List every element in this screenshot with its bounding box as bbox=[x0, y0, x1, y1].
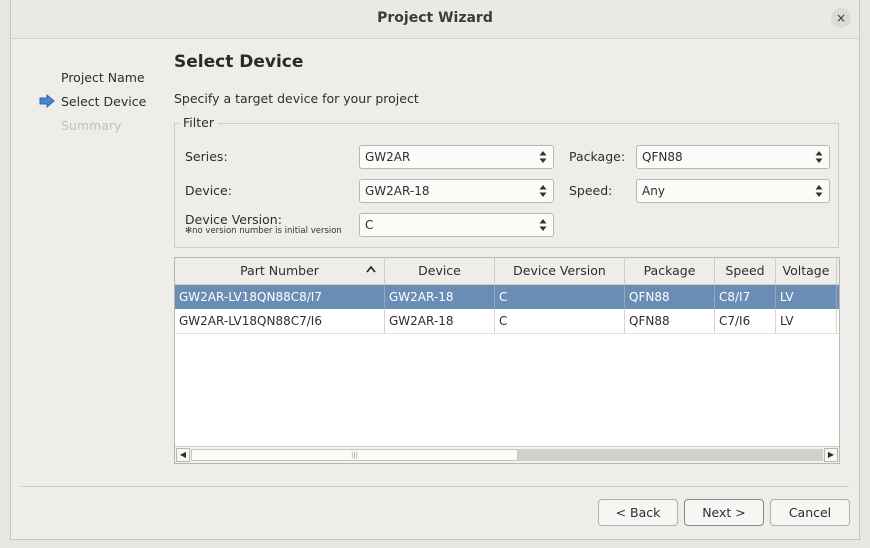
cell-device: GW2AR-18 bbox=[385, 285, 495, 309]
scroll-track-remainder[interactable] bbox=[518, 449, 823, 461]
speed-value: Any bbox=[642, 184, 665, 198]
wizard-steps: Project Name Select Device Summary bbox=[39, 66, 147, 138]
column-header-voltage[interactable]: Voltage bbox=[776, 258, 837, 284]
up-down-arrows-icon bbox=[539, 151, 547, 163]
cell-package: QFN88 bbox=[625, 309, 715, 333]
device-version-select[interactable]: C bbox=[359, 213, 554, 237]
speed-select[interactable]: Any bbox=[636, 179, 830, 203]
series-value: GW2AR bbox=[365, 150, 411, 164]
scroll-right-icon[interactable]: ▶ bbox=[824, 448, 838, 462]
series-label: Series: bbox=[185, 149, 228, 164]
title-bar: Project Wizard × bbox=[11, 0, 859, 39]
cell-device-version: C bbox=[495, 309, 625, 333]
scroll-thumb[interactable]: ||| bbox=[191, 449, 518, 461]
cell-package: QFN88 bbox=[625, 285, 715, 309]
next-button[interactable]: Next > bbox=[684, 499, 764, 526]
device-value: GW2AR-18 bbox=[365, 184, 430, 198]
current-step-arrow-icon bbox=[39, 94, 55, 108]
cell-device: GW2AR-18 bbox=[385, 309, 495, 333]
cell-part-number: GW2AR-LV18QN88C7/I6 bbox=[175, 309, 385, 333]
package-label: Package: bbox=[569, 149, 626, 164]
footer-divider bbox=[21, 486, 849, 487]
scroll-track[interactable]: ||| bbox=[191, 449, 823, 461]
column-header-part-number[interactable]: Part Number bbox=[175, 258, 385, 284]
device-table: Part Number Device Device Version Packag… bbox=[174, 257, 840, 464]
device-version-note: ✻no version number is initial version bbox=[185, 226, 342, 236]
back-button[interactable]: < Back bbox=[598, 499, 678, 526]
table-header: Part Number Device Device Version Packag… bbox=[175, 258, 839, 285]
column-header-speed[interactable]: Speed bbox=[715, 258, 776, 284]
device-version-label: Device Version: bbox=[185, 212, 282, 227]
table-row[interactable]: GW2AR-LV18QN88C8/I7 GW2AR-18 C QFN88 C8/… bbox=[175, 285, 839, 309]
up-down-arrows-icon bbox=[539, 219, 547, 231]
filter-legend: Filter bbox=[179, 115, 218, 130]
up-down-arrows-icon bbox=[815, 185, 823, 197]
up-down-arrows-icon bbox=[539, 185, 547, 197]
column-header-label: Part Number bbox=[240, 263, 319, 278]
step-select-device: Select Device bbox=[39, 90, 147, 114]
cell-voltage: LV bbox=[776, 285, 837, 309]
series-select[interactable]: GW2AR bbox=[359, 145, 554, 169]
page-subtitle: Specify a target device for your project bbox=[174, 91, 419, 106]
page-title: Select Device bbox=[174, 52, 304, 72]
cell-device-version: C bbox=[495, 285, 625, 309]
cell-voltage: LV bbox=[776, 309, 837, 333]
table-row[interactable]: GW2AR-LV18QN88C7/I6 GW2AR-18 C QFN88 C7/… bbox=[175, 309, 839, 334]
package-select[interactable]: QFN88 bbox=[636, 145, 830, 169]
column-header-device[interactable]: Device bbox=[385, 258, 495, 284]
cell-part-number: GW2AR-LV18QN88C8/I7 bbox=[175, 285, 385, 309]
step-label: Project Name bbox=[61, 70, 145, 85]
cell-speed: C8/I7 bbox=[715, 285, 776, 309]
step-label: Summary bbox=[61, 118, 122, 133]
cancel-button[interactable]: Cancel bbox=[770, 499, 850, 526]
step-project-name: Project Name bbox=[51, 66, 146, 90]
package-value: QFN88 bbox=[642, 150, 683, 164]
column-header-package[interactable]: Package bbox=[625, 258, 715, 284]
project-wizard-window: Project Wizard × Project Name Select Dev… bbox=[10, 0, 860, 540]
window-title: Project Wizard bbox=[377, 10, 493, 26]
close-icon[interactable]: × bbox=[831, 8, 851, 28]
cell-speed: C7/I6 bbox=[715, 309, 776, 333]
step-label: Select Device bbox=[61, 94, 147, 109]
sort-ascending-icon bbox=[366, 265, 376, 273]
horizontal-scrollbar[interactable]: ◀ ||| ▶ bbox=[175, 446, 839, 463]
device-version-value: C bbox=[365, 218, 374, 232]
scroll-left-icon[interactable]: ◀ bbox=[176, 448, 190, 462]
device-label: Device: bbox=[185, 183, 232, 198]
column-header-device-version[interactable]: Device Version bbox=[495, 258, 625, 284]
up-down-arrows-icon bbox=[815, 151, 823, 163]
step-summary: Summary bbox=[51, 114, 146, 138]
device-select[interactable]: GW2AR-18 bbox=[359, 179, 554, 203]
speed-label: Speed: bbox=[569, 183, 613, 198]
